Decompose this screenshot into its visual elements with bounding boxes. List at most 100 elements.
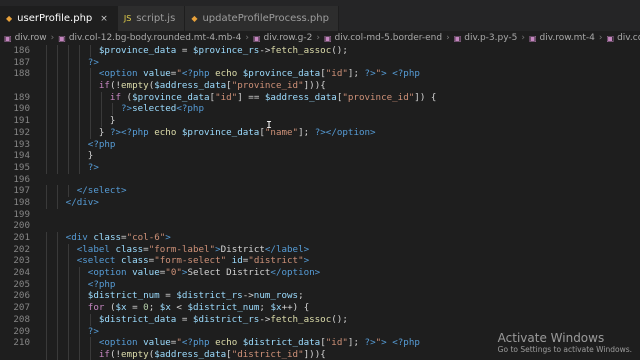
indent-guide [68, 313, 70, 326]
indent-guide [68, 138, 70, 151]
code-token: $province_data [181, 126, 260, 138]
code-editor[interactable]: I 186 $province_data = $province_rs->fet… [0, 45, 640, 360]
line-number: 186 [13, 45, 30, 56]
code-line[interactable]: 198 </div> [0, 196, 640, 209]
code-line[interactable]: 192 } ?><?php echo $province_data["name"… [0, 126, 640, 139]
code-token: $district_num [187, 302, 260, 314]
code-line[interactable]: 206 $district_num = $district_rs->num_ro… [0, 290, 640, 303]
indent-guide [46, 138, 47, 151]
indent-guide [68, 150, 70, 162]
breadcrumb-item[interactable]: ▣ div.row [4, 33, 47, 43]
breadcrumb-item[interactable]: ▣ div.row.mt-4 [529, 33, 595, 43]
code-token: if [98, 348, 110, 360]
code-token: $district_num [87, 290, 160, 302]
code-line[interactable]: 186 $province_data = $province_rs->fetch… [0, 45, 640, 57]
code-line[interactable]: 193 <?php [0, 138, 640, 151]
indent-guide [46, 103, 47, 116]
code-line[interactable]: 190 ?>selected<?php [0, 103, 640, 116]
code-token: $address_data [154, 348, 227, 360]
indent-guide [90, 80, 92, 92]
indent-guide [68, 185, 70, 197]
code-line[interactable]: 202 <label class="form-label">District</… [0, 243, 640, 256]
line-number: 191 [13, 115, 30, 127]
tab-script-js[interactable]: JS script.js [117, 6, 186, 31]
breadcrumb-item[interactable]: ▣div.col-12 [607, 33, 640, 43]
indent-guide [79, 68, 81, 81]
indent-guide [57, 115, 59, 127]
breadcrumb-item[interactable]: ▣ div.row.g-2 [253, 33, 312, 43]
code-text: <option value="<?php echo $district_data… [38, 337, 420, 349]
indent-guide [57, 267, 59, 279]
code-line[interactable]: 188 <option value="<?php echo $province_… [0, 68, 640, 81]
indent-guide [46, 161, 47, 174]
code-line[interactable]: 199 [0, 209, 640, 221]
chevron-right-icon: › [598, 33, 603, 43]
code-line[interactable]: 204 <option value="0">Select District</o… [0, 267, 640, 279]
indent-guide [68, 68, 70, 81]
code-token: class [109, 243, 144, 255]
indent-guide [46, 313, 47, 326]
indent-guide [57, 196, 59, 209]
indent-guide [57, 68, 59, 81]
breadcrumb-item[interactable]: ▣ div.p-3.py-5 [454, 33, 518, 43]
tab-updateprofileprocess-php[interactable]: ◆ updateProfileProcess.php [185, 6, 339, 31]
code-token: ; [148, 302, 160, 314]
tab-userprofile-php[interactable]: ◆ userProfile.php × [0, 6, 118, 31]
breadcrumb-item[interactable]: ▣ div.col-md-5.border-end [324, 33, 442, 43]
code-line[interactable]: 189 if ($province_data["id"] == $address… [0, 91, 640, 104]
close-icon[interactable]: × [100, 14, 108, 24]
code-line[interactable]: 196 [0, 174, 640, 186]
chevron-right-icon: › [50, 33, 55, 43]
indent-guide [68, 267, 70, 279]
code-line[interactable]: 195 ?> [0, 161, 640, 174]
code-token: ]; [298, 126, 315, 138]
code-line[interactable]: 197 </select> [0, 185, 640, 197]
code-line[interactable]: 207 for ($x = 0; $x < $district_num; $x+… [0, 302, 640, 314]
indent-guide [79, 103, 81, 116]
code-token: > [165, 232, 171, 243]
code-token: </label> [264, 243, 310, 255]
indent-guide [68, 325, 70, 338]
indent-guide [79, 313, 81, 326]
code-token: </select> [76, 185, 127, 197]
code-token: $province_data [132, 91, 210, 103]
indent-guide [46, 325, 47, 338]
code-text: <div class="col-6"> [38, 232, 171, 244]
code-token: < [170, 302, 188, 314]
code-line[interactable]: 200 [0, 220, 640, 232]
indent-guide [57, 138, 59, 151]
code-text: <option value="<?php echo $province_data… [38, 68, 420, 81]
breadcrumb-label: div.p-3.py-5 [464, 33, 518, 43]
indent-guide [68, 302, 70, 314]
code-line[interactable]: 205 <?php [0, 278, 640, 291]
code-token: empty [121, 348, 149, 360]
code-token: id [226, 255, 243, 267]
code-line[interactable]: 191 } [0, 115, 640, 127]
code-line[interactable]: 201 <div class="col-6"> [0, 232, 640, 244]
code-token: class [115, 255, 149, 267]
code-line[interactable]: 187 ?> [0, 56, 640, 69]
code-line[interactable]: 203 <select class="form-select" id="dist… [0, 255, 640, 268]
indent-guide [79, 56, 81, 69]
code-line[interactable]: 194 } [0, 150, 640, 162]
line-number: 187 [13, 56, 30, 68]
indent-guide [68, 243, 70, 256]
indent-guide [90, 45, 92, 57]
code-token: "id" [325, 68, 348, 80]
chevron-right-icon: › [521, 33, 525, 43]
code-token: Select District [187, 267, 271, 279]
code-text: $province_data = $province_rs->fetch_ass… [38, 45, 348, 57]
code-token: for [87, 302, 110, 314]
indent-guide [79, 278, 81, 291]
chevron-right-icon: › [316, 33, 320, 43]
code-text [38, 220, 44, 232]
breadcrumb-item[interactable]: ▣ div.col-12.bg-body.rounded.mt-4.mb-4 [58, 33, 241, 43]
line-number: 196 [13, 173, 30, 185]
code-token: ?> [87, 161, 99, 173]
line-number: 197 [13, 185, 30, 197]
code-line[interactable]: if(!empty($address_data["province_id"]))… [0, 80, 640, 92]
code-line[interactable]: 208 $district_data = $district_rs->fetch… [0, 313, 640, 326]
code-text: ?> [38, 56, 99, 69]
